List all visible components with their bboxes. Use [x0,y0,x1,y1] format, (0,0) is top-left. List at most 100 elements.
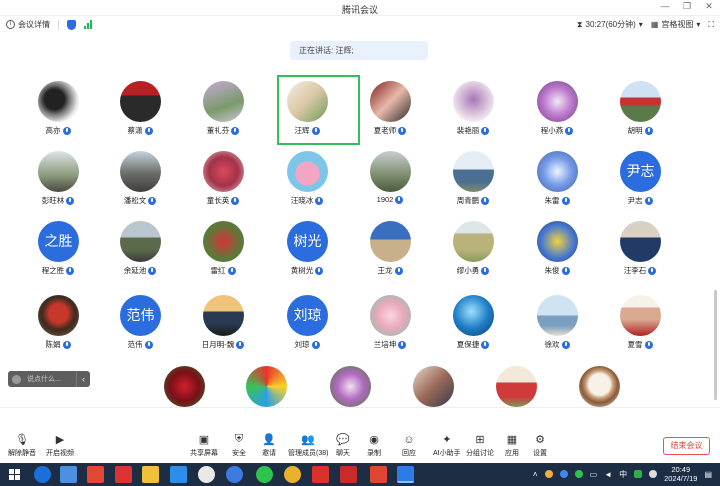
participant-name: 潘松文 [123,196,147,205]
participant-tile[interactable]: 高亦 [28,81,88,143]
end-meeting-button[interactable]: 结束会议 [663,437,710,455]
qq-tray-icon[interactable] [649,470,658,478]
reaction-button[interactable]: ☺ 回应 [402,434,416,458]
toolbar-label: 聊天 [336,450,350,457]
clock[interactable]: 20:49 2024/7/19 [664,465,697,483]
network-signal-icon[interactable] [84,20,92,29]
participant-tile[interactable]: 夏雪 [610,295,670,357]
apps-button[interactable]: ▦ 应用 [505,434,519,458]
view-mode-label: 宫格视图 [661,20,694,29]
maximize-button[interactable]: ❐ [682,1,692,12]
participant-tile[interactable]: 童长英 [193,151,253,213]
participant-name-row: 余延池 [110,265,170,276]
mic-muted-button[interactable]: 🎙 解除静音 [8,434,36,458]
chat-button[interactable]: 💬 聊天 [336,434,350,458]
tencent-meeting-icon[interactable] [397,466,414,483]
participant-tile[interactable]: 树光 黄树光 [277,221,337,283]
participant-tile[interactable]: 汪辉 [277,81,337,143]
minimize-button[interactable]: — [660,1,670,12]
participant-tile[interactable]: 胡明 [610,81,670,143]
participant-tile[interactable]: 徐欢 [527,295,587,357]
participant-tile[interactable]: 汪晓冰 [277,151,337,213]
meeting-info-button[interactable]: i 会议详情 [6,19,50,30]
participant-name-row: 蔡潇 [110,125,170,136]
blue-app-icon[interactable] [170,466,187,483]
input-method-icon[interactable] [370,466,387,483]
participant-tile[interactable]: 汪李石 [610,221,670,283]
view-mode-button[interactable]: ▦ 宫格视图 ▾ [651,19,701,30]
wps-icon[interactable] [312,466,329,483]
participant-tile[interactable]: 之胜 程之胜 [28,221,88,283]
tray-app-icon[interactable] [544,470,553,478]
participant-tile[interactable]: 尹志 尹志 [610,151,670,213]
participant-tile[interactable]: 余延池 [110,221,170,283]
participant-tile[interactable]: 董礼芬 [193,81,253,143]
security-shield-icon[interactable] [67,19,76,30]
mic-status-icon [144,126,153,135]
emoji-icon[interactable] [12,374,21,384]
store-icon[interactable] [60,466,77,483]
participant-tile[interactable]: 夏老师 [360,81,420,143]
participant-avatar [537,221,578,262]
participant-avatar [287,151,328,192]
participant-tile[interactable]: 刘琼 刘琼 [277,295,337,357]
members-button[interactable]: 👥 管理成员(38) [288,434,328,458]
app-listen-icon[interactable] [87,466,104,483]
camera-off-button[interactable]: ▶ 开启视频 [46,434,74,458]
volume-icon[interactable]: ◄ [604,470,612,479]
record-button[interactable]: ◉ 录制 [367,434,381,458]
security-tray-icon[interactable] [634,470,643,478]
notifications-icon[interactable]: ▤ [704,470,712,479]
edge-icon[interactable] [34,466,51,483]
meeting-timer[interactable]: ⧗ 30:27(60分钟) ▾ [577,19,643,30]
close-button[interactable]: ✕ [704,1,714,12]
participant-tile[interactable]: 彭旺林 [28,151,88,213]
participant-tile[interactable]: 日月明-魏 [193,295,253,357]
participant-tile[interactable]: 周青鹏 [443,151,503,213]
meeting-toolbar [0,407,720,463]
chat-input[interactable]: 说点什么... ‹ [8,371,90,387]
browser-icon[interactable] [226,466,243,483]
participant-name: 董礼芬 [206,126,230,135]
wechat-tray-icon[interactable] [574,470,583,478]
participant-tile[interactable]: 缪小勇 [443,221,503,283]
mic-status-icon [561,266,570,275]
members-icon: 👥 [301,434,316,446]
participant-tile[interactable]: 雷红 [193,221,253,283]
bluetooth-icon[interactable] [559,470,568,478]
file-explorer-icon[interactable] [142,466,159,483]
ai-assistant-button[interactable]: ✦ AI小助手 [433,434,461,458]
network-icon[interactable]: ▭ [590,470,598,479]
participant-tile[interactable]: 朱俊 [527,221,587,283]
participant-tile[interactable]: 蔡潇 [110,81,170,143]
qq-icon[interactable] [198,466,215,483]
participant-tile[interactable]: 裴艳丽 [443,81,503,143]
participant-tile[interactable]: 朱雷 [527,151,587,213]
participant-tile[interactable]: 1902 [360,151,420,213]
windows-start-icon[interactable] [9,469,21,481]
participant-tile[interactable]: 兰培坤 [360,295,420,357]
participant-tile[interactable]: 范伟 范伟 [110,295,170,357]
scrollbar[interactable] [714,290,717,400]
chevron-left-icon[interactable]: ‹ [76,371,90,387]
wechat-icon[interactable] [256,466,273,483]
meeting-info-label: 会议详情 [18,20,50,29]
fullscreen-icon[interactable]: ⛶ [708,20,714,30]
tray-overflow-icon[interactable]: ˄ [533,470,538,479]
chrome-icon[interactable] [284,466,301,483]
participant-tile[interactable]: 程小燕 [527,81,587,143]
ime-indicator[interactable]: 中 [619,469,627,480]
invite-button[interactable]: 👤 邀请 [262,434,276,458]
participant-tile[interactable]: 陈娟 [28,295,88,357]
participant-name-row: 王龙 [360,265,420,276]
wps-office-icon[interactable] [340,466,357,483]
breakout-button[interactable]: ⊞ 分组讨论 [466,434,494,458]
shield-button[interactable]: ⛨ 安全 [232,433,246,458]
participant-avatar [370,81,411,122]
participant-tile[interactable]: 夏保捷 [443,295,503,357]
share-screen-button[interactable]: ▣ 共享屏幕 [190,434,218,458]
pdf-icon[interactable] [115,466,132,483]
participant-tile[interactable]: 潘松文 [110,151,170,213]
participant-tile[interactable]: 王龙 [360,221,420,283]
settings-button[interactable]: ⚙ 设置 [533,434,547,458]
